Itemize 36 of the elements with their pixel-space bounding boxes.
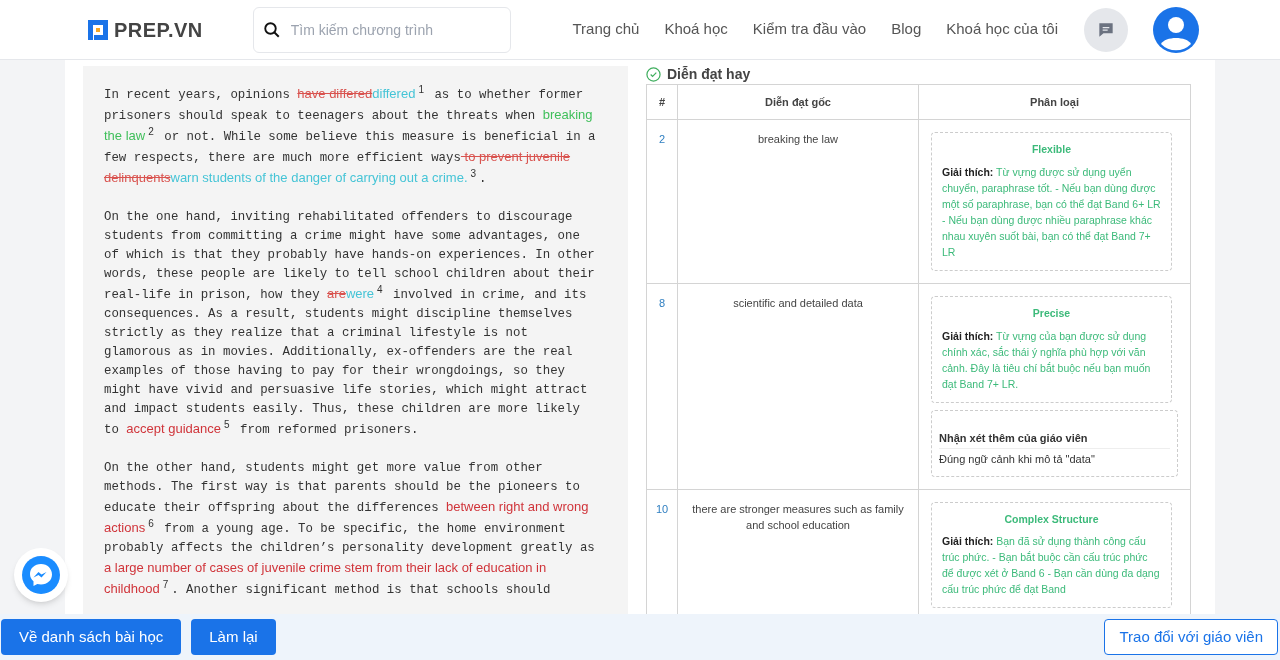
teacher-note-title: Nhận xét thêm của giáo viên	[939, 429, 1170, 449]
nav-link[interactable]: Khoá học của tôi	[946, 18, 1058, 41]
check-circle-icon	[646, 66, 661, 82]
action-button[interactable]: Trao đổi với giáo viên	[1104, 619, 1278, 655]
row-number: 2	[646, 119, 678, 284]
action-button[interactable]: Làm lại	[191, 619, 276, 655]
section-title: Diễn đạt hay	[667, 64, 751, 84]
logo-text: PREP.VN	[114, 17, 203, 43]
column-header: #	[646, 84, 678, 120]
column-header: Diễn đạt gốc	[677, 84, 919, 120]
messenger-icon	[21, 555, 61, 595]
search-icon	[262, 20, 281, 39]
row-number: 8	[646, 283, 678, 489]
action-button[interactable]: Về danh sách bài học	[1, 619, 182, 655]
essay-paragraph: In recent years, opinions have differeddiffered $^{1}$ as to whether former prisoners should speak to teenagers about the threats when breaking the law $^{2}$ or not. While some believe this measure is beneficial in a few respects, there are much more efficient ways to prevent juvenile delinquentswarn students of the danger of carrying out a crime. $^{3}$ .	[104, 84, 597, 188]
messenger-button[interactable]	[14, 548, 68, 602]
nav-link[interactable]: Blog	[891, 18, 922, 41]
nav-link[interactable]: Kiểm tra đầu vào	[752, 18, 867, 41]
category-title: Complex Structure	[1003, 511, 1100, 527]
search-field[interactable]: Tìm kiếm chương trình	[252, 6, 511, 53]
explanation-text: Giải thích: Từ vựng được sử dụng uyển chuyển, paraphrase tốt. - Nếu bạn dùng được một số paraphrase, bạn có thể đạt Band 6+ LR - Nếu bạn dùng được nhiều paraphrase khác nhau xuyên suốt bài, bạn có thể đạt Band 7+ LR	[942, 164, 1161, 260]
essay-paragraph: On the other hand, students might get more value from other methods. The first way is that parents should be the pioneers to educate their offspring about the differences between right and wrong actions $^{6}$ from a young age. To be specific, the home environment probably affects the children’s personality development greatly as a large number of cases of juvenile crime stem from their lack of education in childhood $^{7}$ . Another significant method is that schools should	[104, 460, 596, 599]
column-header: Phân loại	[918, 84, 1191, 120]
explanation-text: Giải thích: Từ vựng của bạn được sử dụng chính xác, sắc thái ý nghĩa phù hợp với văn cảnh. Đây là tiêu chí bắt buộc nếu bạn muốn đạt Band 7+ LR.	[942, 328, 1152, 392]
explanation-text: Giải thích: Bạn đã sử dụng thành công cấu trúc phức. - Bạn bắt buộc cần cấu trúc phức để được xét ở Band 6 - Bạn cần dùng đa dạng cấu trúc phức để đạt Band	[942, 534, 1161, 598]
category-title: Flexible	[1030, 142, 1073, 157]
nav-link[interactable]: Trang chủ	[572, 18, 640, 41]
avatar-icon[interactable]	[1152, 5, 1200, 54]
table-cell: breaking the law	[677, 119, 919, 284]
nav-link[interactable]: Khoá học	[664, 18, 728, 41]
logo-icon	[86, 17, 110, 42]
table-cell: scientific and detailed data	[677, 283, 919, 489]
essay-paragraph: On the one hand, inviting rehabilitated offenders to discourage students from committing a crime might have some advantages, one of which is that they probably have hands-on experiences. In other words, these people are likely to tell school children about their real-life in prison, how they arewere $^{4}$ involved in crime, and its consequences. As a result, students might discipline themselves strictly as they realize that a criminal lifestyle is not glamorous as in movies. Additionally, ex-offenders are the real examples of those having to pay for their wrongdoings, so they might have vivid and persuasive life stories, which might attract and impact students easily. Thus, these children are more likely to accept guidance $^{5}$ from reformed prisoners.	[104, 209, 596, 439]
chat-button[interactable]	[1084, 7, 1128, 52]
category-title: Precise	[1031, 305, 1072, 321]
teacher-note-text: Đúng ngữ cảnh khi mô tả "data"	[939, 452, 1096, 467]
